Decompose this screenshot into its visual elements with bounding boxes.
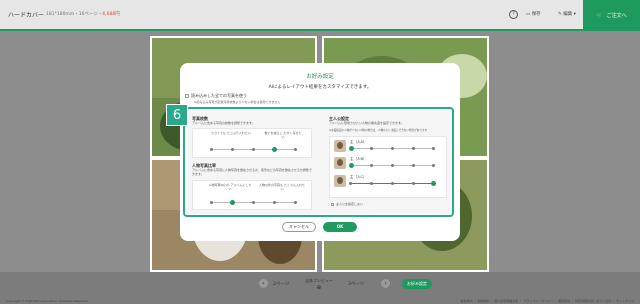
help-icon[interactable]: ? bbox=[509, 10, 518, 19]
order-button[interactable]: 🛒 ご注文へ bbox=[583, 0, 640, 31]
next-page-label: 3ページ bbox=[348, 282, 365, 287]
footer-links[interactable]: 会社案内 ｜ 利用規約 ｜ 個人情報保護方針 ｜ プライバシーポリシー ｜ 推奨… bbox=[461, 299, 634, 303]
prev-page-button[interactable]: ‹ bbox=[259, 279, 268, 288]
product-spec: 181*180mm・16ページ・6,688円 bbox=[46, 12, 120, 17]
edit-menu-button[interactable]: ✎ 編集 ▾ bbox=[558, 11, 576, 17]
preferences-button[interactable]: お好み設定 bbox=[402, 279, 432, 289]
use-all-photos-note: ※読み込み写真が配置可能枚数より少ない場合は使用できません bbox=[194, 100, 281, 104]
ok-button[interactable]: OK bbox=[323, 222, 357, 232]
dialog-subtitle: AIによるレイアウト結果をカスタマイズできます。 bbox=[268, 85, 372, 90]
prev-page-label: 2ページ bbox=[273, 282, 290, 287]
dialog-title: お好み設定 bbox=[306, 74, 334, 80]
cart-icon: 🛒 bbox=[596, 12, 603, 19]
price: 6,688円 bbox=[102, 12, 120, 17]
use-all-photos-checkbox[interactable]: 読み込みした全ての写真を使う bbox=[185, 93, 247, 99]
cancel-button[interactable]: キャンセル bbox=[282, 222, 316, 232]
preview-button[interactable]: 全体プレビュー ⊕ bbox=[304, 278, 334, 291]
bottom-bar: ‹ 2ページ 全体プレビュー ⊕ 3ページ › お好み設定 Copyright … bbox=[0, 272, 640, 304]
product-name: ハードカバー bbox=[8, 12, 45, 19]
highlight-frame bbox=[183, 107, 454, 217]
checkbox-box[interactable] bbox=[185, 94, 189, 98]
top-bar: ハードカバー 181*180mm・16ページ・6,688円 ? ▭ 保存 ✎ 編… bbox=[0, 0, 640, 31]
step-number-badge: 6 bbox=[166, 104, 188, 126]
next-page-button[interactable]: › bbox=[381, 279, 390, 288]
copyright-text: Copyright © FUJIFILM Corporation. All Ri… bbox=[6, 299, 89, 303]
save-button[interactable]: ▭ 保存 bbox=[526, 11, 541, 17]
